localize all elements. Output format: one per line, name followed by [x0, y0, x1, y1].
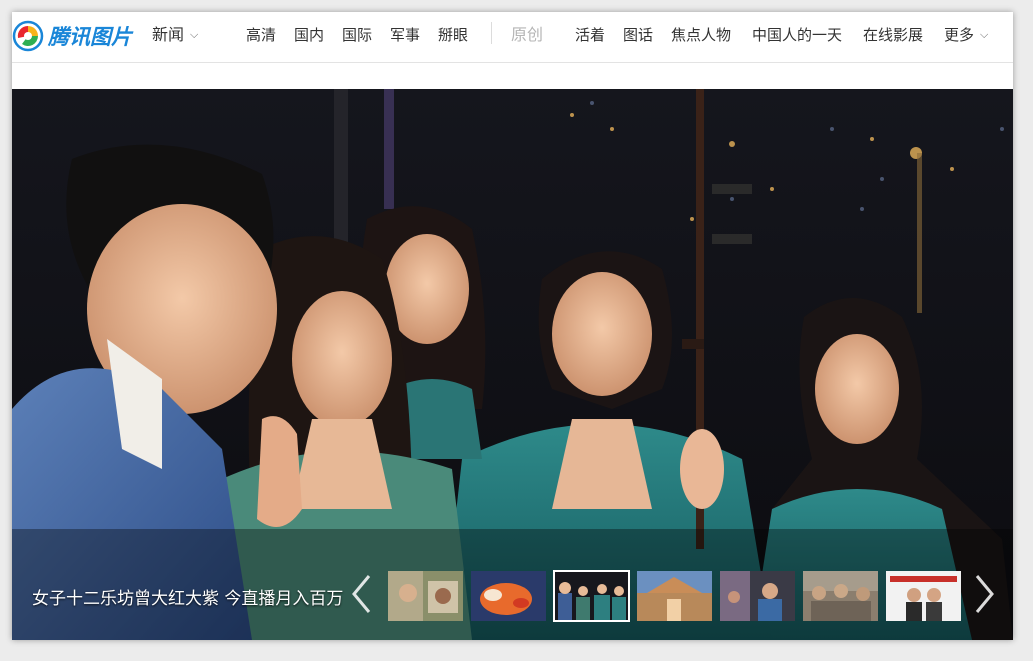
nav-item-picture-talk[interactable]: 图话	[623, 24, 653, 46]
thumbnail-4[interactable]	[637, 571, 712, 621]
nav-more-dropdown[interactable]: 更多 ⌵	[944, 24, 988, 48]
nav-divider	[491, 22, 492, 44]
main-photo-viewer[interactable]: 女子十二乐坊曾大红大紫 今直播月入百万	[12, 89, 1013, 640]
chevron-down-icon: ⌵	[980, 28, 989, 41]
thumbnail-2[interactable]	[471, 571, 546, 621]
chevron-left-icon[interactable]	[349, 573, 375, 615]
browser-window: 腾讯图片 新闻 ⌵ 高清 国内 国际 军事 掰眼 原创 活着 图话 焦点人物 中国…	[12, 12, 1013, 640]
nav-item-alive[interactable]: 活着	[575, 24, 605, 46]
main-photo	[12, 89, 1013, 640]
nav-item-military[interactable]: 军事	[390, 24, 420, 46]
nav-news-label: 新闻	[152, 25, 185, 44]
chevron-right-icon[interactable]	[971, 573, 997, 615]
thumbnail-6[interactable]	[803, 571, 878, 621]
thumbnail-5[interactable]	[720, 571, 795, 621]
thumbnail-3-active[interactable]	[553, 570, 630, 622]
nav-item-eye[interactable]: 掰眼	[438, 24, 468, 46]
thumbnail-7[interactable]	[886, 571, 961, 621]
photo-caption: 女子十二乐坊曾大红大紫 今直播月入百万	[32, 589, 344, 609]
thumbnail-1[interactable]	[388, 571, 463, 621]
logo-text: 腾讯图片	[48, 25, 132, 49]
nav-item-focus-people[interactable]: 焦点人物	[671, 24, 731, 46]
nav-item-online-exhibition[interactable]: 在线影展	[863, 24, 923, 46]
nav-item-domestic[interactable]: 国内	[294, 24, 324, 46]
nav-item-one-day[interactable]: 中国人的一天	[752, 24, 842, 46]
nav-more-label: 更多	[944, 26, 975, 44]
nav-item-international[interactable]: 国际	[342, 24, 372, 46]
nav-item-original[interactable]: 原创	[511, 24, 543, 46]
tencent-logo-icon	[12, 20, 44, 52]
nav-item-hd[interactable]: 高清	[246, 24, 276, 46]
nav-news-dropdown[interactable]: 新闻 ⌵	[152, 24, 198, 48]
top-navigation: 腾讯图片 新闻 ⌵ 高清 国内 国际 军事 掰眼 原创 活着 图话 焦点人物 中国…	[12, 12, 1013, 63]
chevron-down-icon: ⌵	[190, 28, 199, 41]
site-logo[interactable]: 腾讯图片	[12, 17, 132, 55]
